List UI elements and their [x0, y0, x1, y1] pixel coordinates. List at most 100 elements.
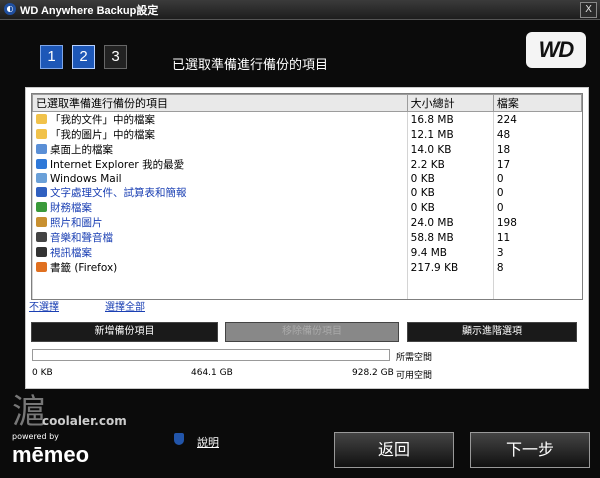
backup-items-table: 已選取準備進行備份的項目 大小總計 檔案 「我的文件」中的檔案 16.8 MB 22… [32, 94, 582, 299]
empty-cell [406, 288, 494, 299]
shield-icon [174, 433, 184, 445]
row-name-text: 「我的圖片」中的檔案 [50, 129, 155, 141]
empty-row [32, 275, 582, 288]
row-size: 14.0 KB [406, 142, 494, 157]
empty-cell [406, 275, 494, 288]
word-document-icon [36, 187, 47, 197]
table-row[interactable]: 音樂和聲音檔 58.8 MB 11 [32, 230, 582, 245]
row-files: 8 [492, 260, 582, 275]
video-icon [36, 247, 47, 257]
row-size: 217.9 KB [406, 260, 494, 275]
table-row[interactable]: 文字處理文件、試算表和簡報 0 KB 0 [32, 185, 582, 200]
next-button[interactable]: 下一步 [470, 432, 590, 468]
empty-cell [492, 275, 582, 288]
column-header-files[interactable]: 檔案 [492, 94, 582, 112]
step-1[interactable]: 1 [40, 45, 63, 69]
table-row[interactable]: Internet Explorer 我的最愛 2.2 KB 17 [32, 157, 582, 172]
watermark-glyph: 滬 [12, 392, 46, 432]
capacity-start-label: 0 KB [32, 368, 53, 378]
row-name-text: 書籤 (Firefox) [50, 262, 118, 274]
add-backup-item-button[interactable]: 新增備份項目 [31, 322, 218, 342]
watermark-site: coolaler.com [42, 414, 127, 428]
empty-cell [492, 288, 582, 299]
deselect-link[interactable]: 不選擇 [29, 298, 59, 313]
capacity-end-label: 928.2 GB [352, 368, 394, 378]
show-advanced-options-button[interactable]: 顯示進階選項 [407, 322, 577, 342]
column-header-size[interactable]: 大小總計 [406, 94, 494, 112]
page-title: 已選取準備進行備份的項目 [172, 58, 329, 73]
empty-cell [32, 288, 408, 299]
row-name: 財務檔案 [32, 200, 408, 215]
table-row[interactable]: 視訊檔案 9.4 MB 3 [32, 245, 582, 260]
empty-cell [32, 275, 408, 288]
select-all-link[interactable]: 選擇全部 [105, 298, 145, 313]
row-files: 48 [492, 127, 582, 142]
row-files: 11 [492, 230, 582, 245]
row-size: 0 KB [406, 200, 494, 215]
row-size: 58.8 MB [406, 230, 494, 245]
close-button[interactable]: X [580, 2, 597, 18]
row-name-text: 財務檔案 [50, 202, 92, 214]
row-files: 224 [492, 111, 582, 127]
row-name-text: 照片和圖片 [50, 217, 103, 229]
window-title: WD Anywhere Backup設定 [20, 5, 159, 17]
row-name: 桌面上的檔案 [32, 142, 408, 157]
row-size: 24.0 MB [406, 215, 494, 230]
row-files: 0 [492, 172, 582, 185]
row-name-text: 「我的文件」中的檔案 [50, 114, 155, 126]
backup-items-panel: 已選取準備進行備份的項目 大小總計 檔案 「我的文件」中的檔案 16.8 MB 22… [25, 87, 589, 389]
row-name-text: 視訊檔案 [50, 247, 92, 259]
column-header-item[interactable]: 已選取準備進行備份的項目 [32, 94, 408, 112]
row-name: 「我的文件」中的檔案 [32, 111, 408, 127]
row-size: 16.8 MB [406, 111, 494, 127]
row-size: 0 KB [406, 185, 494, 200]
step-2[interactable]: 2 [72, 45, 95, 69]
row-name: Windows Mail [32, 172, 408, 185]
back-button[interactable]: 返回 [334, 432, 454, 468]
capacity-scale [32, 360, 390, 367]
row-name-text: 桌面上的檔案 [50, 144, 113, 156]
windows-mail-icon [36, 172, 47, 183]
row-size: 2.2 KB [406, 157, 494, 172]
row-files: 0 [492, 185, 582, 200]
required-space-label: 所需空間 [396, 353, 433, 363]
folder-documents-icon [36, 114, 47, 124]
row-files: 17 [492, 157, 582, 172]
row-name: 音樂和聲音檔 [32, 230, 408, 245]
row-name-text: Internet Explorer 我的最愛 [50, 159, 185, 171]
table-row[interactable]: Windows Mail 0 KB 0 [32, 172, 582, 185]
table-row[interactable]: 財務檔案 0 KB 0 [32, 200, 582, 215]
table-header: 已選取準備進行備份的項目 大小總計 檔案 [32, 94, 582, 112]
row-size: 9.4 MB [406, 245, 494, 260]
row-name-text: Windows Mail [50, 172, 122, 185]
table-row[interactable]: 「我的文件」中的檔案 16.8 MB 224 [32, 111, 582, 127]
row-name: 視訊檔案 [32, 245, 408, 260]
table-row[interactable]: 桌面上的檔案 14.0 KB 18 [32, 142, 582, 157]
row-files: 3 [492, 245, 582, 260]
internet-explorer-icon [36, 159, 47, 169]
backup-items-list: 已選取準備進行備份的項目 大小總計 檔案 「我的文件」中的檔案 16.8 MB 22… [31, 93, 583, 300]
row-name: 「我的圖片」中的檔案 [32, 127, 408, 142]
music-icon [36, 232, 47, 242]
folder-pictures-icon [36, 129, 47, 139]
row-files: 18 [492, 142, 582, 157]
available-space-label: 可用空間 [396, 371, 433, 381]
row-size: 12.1 MB [406, 127, 494, 142]
firefox-icon [36, 262, 47, 272]
memeo-logo: mēmeo [12, 442, 90, 467]
powered-by-label: powered by [12, 432, 59, 441]
title-bar: ◐ WD Anywhere Backup設定 X [0, 0, 600, 20]
row-size: 0 KB [406, 172, 494, 185]
table-row[interactable]: 照片和圖片 24.0 MB 198 [32, 215, 582, 230]
remove-backup-item-button: 移除備份項目 [225, 322, 399, 342]
app-window: ◐ WD Anywhere Backup設定 X 1 2 3 已選取準備進行備份… [0, 0, 600, 478]
table-row[interactable]: 「我的圖片」中的檔案 12.1 MB 48 [32, 127, 582, 142]
table-row[interactable]: 書籤 (Firefox) 217.9 KB 8 [32, 260, 582, 275]
app-icon: ◐ [4, 3, 16, 15]
step-3[interactable]: 3 [104, 45, 127, 69]
desktop-icon [36, 144, 47, 154]
help-link[interactable]: 說明 [197, 434, 219, 450]
row-name: Internet Explorer 我的最愛 [32, 157, 408, 172]
row-name-text: 文字處理文件、試算表和簡報 [50, 187, 187, 199]
photos-icon [36, 217, 47, 227]
